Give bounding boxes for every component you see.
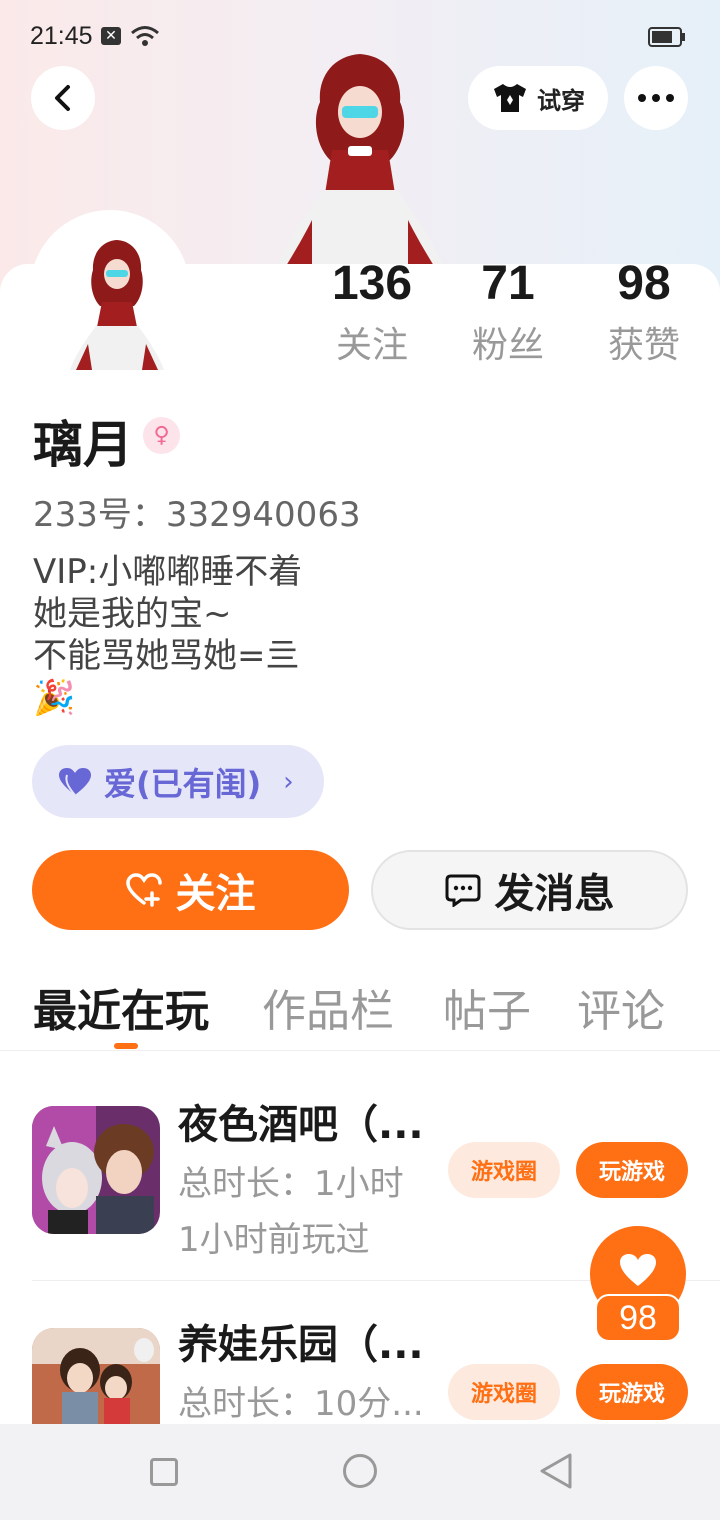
username: 璃月 <box>33 416 133 474</box>
game-title: 养娃乐园（... <box>178 1322 424 1368</box>
game-icon <box>32 1106 160 1234</box>
stat-following-value: 136 <box>331 257 413 310</box>
game-last-played: 1小时前玩过 <box>178 1220 370 1260</box>
game-duration: 总时长：1小时 <box>178 1164 404 1204</box>
stat-followers[interactable]: 71 粉丝 <box>448 254 568 368</box>
play-game-button[interactable]: 玩游戏 <box>576 1142 688 1198</box>
notification-x-icon: ✕ <box>101 27 121 45</box>
like-count: 98 <box>595 1294 681 1342</box>
follow-label: 关注 <box>175 871 256 917</box>
stat-following[interactable]: 136 关注 <box>312 254 432 368</box>
more-dots-icon <box>638 94 674 102</box>
stat-following-label: 关注 <box>335 325 408 366</box>
try-on-button[interactable]: 试穿 <box>468 66 608 130</box>
battery-icon <box>648 27 685 47</box>
status-bar: 21:45 ✕ <box>0 0 720 72</box>
stat-likes[interactable]: 98 获赞 <box>584 254 704 368</box>
game-circle-button[interactable]: 游戏圈 <box>448 1142 560 1198</box>
female-symbol-icon: ♀ <box>143 417 180 454</box>
follow-button[interactable]: 关注 <box>32 850 349 930</box>
tab-recent-play[interactable]: 最近在玩 <box>33 975 209 1039</box>
relationship-label: 爱(已有闺) <box>104 764 262 803</box>
game-title: 夜色酒吧（... <box>178 1102 424 1148</box>
back-button[interactable] <box>31 66 95 130</box>
stat-followers-value: 71 <box>481 257 535 310</box>
profile-tabs: 最近在玩 作品栏 帖子 评论 <box>0 975 720 1050</box>
tabs-divider <box>0 1050 720 1051</box>
stat-followers-label: 粉丝 <box>471 325 544 366</box>
stat-likes-label: 获赞 <box>607 325 680 366</box>
chevron-left-icon <box>55 85 70 111</box>
tab-posts[interactable]: 帖子 <box>443 975 531 1039</box>
tab-works[interactable]: 作品栏 <box>262 975 394 1039</box>
message-label: 发消息 <box>494 871 615 917</box>
game-icon <box>32 1328 160 1424</box>
chevron-right-icon: › <box>283 766 294 797</box>
heart-plus-icon <box>125 873 162 907</box>
tab-comments[interactable]: 评论 <box>577 975 665 1039</box>
active-tab-indicator <box>114 1043 138 1049</box>
back-triangle-icon[interactable] <box>538 1452 574 1490</box>
try-on-label: 试穿 <box>537 86 585 115</box>
stat-likes-value: 98 <box>617 257 671 310</box>
status-time: 21:45 <box>30 22 93 50</box>
wifi-icon <box>131 26 159 46</box>
heart-icon <box>620 1254 656 1286</box>
bio-text: VIP:小嘟嘟睡不着 她是我的宝~ 不能骂她骂她=亖 🎉 <box>33 552 303 718</box>
home-circle-icon[interactable] <box>343 1454 377 1488</box>
relationship-pill[interactable]: 爱(已有闺) › <box>32 745 324 818</box>
user-id[interactable]: 233号：332940063 <box>33 487 361 536</box>
profile-stats: 136 关注 71 粉丝 98 获赞 <box>0 254 720 374</box>
shirt-icon <box>494 84 526 112</box>
recents-square-icon[interactable] <box>150 1458 178 1486</box>
game-duration: 总时长：10分... <box>178 1384 424 1424</box>
message-button[interactable]: 发消息 <box>371 850 688 930</box>
game-circle-button[interactable]: 游戏圈 <box>448 1364 560 1420</box>
avatar-3d-figure <box>276 54 444 266</box>
more-options-button[interactable] <box>624 66 688 130</box>
chat-bubble-icon <box>445 874 480 907</box>
play-game-button[interactable]: 玩游戏 <box>576 1364 688 1420</box>
system-nav-bar <box>0 1424 720 1520</box>
heart-icon <box>59 767 91 796</box>
